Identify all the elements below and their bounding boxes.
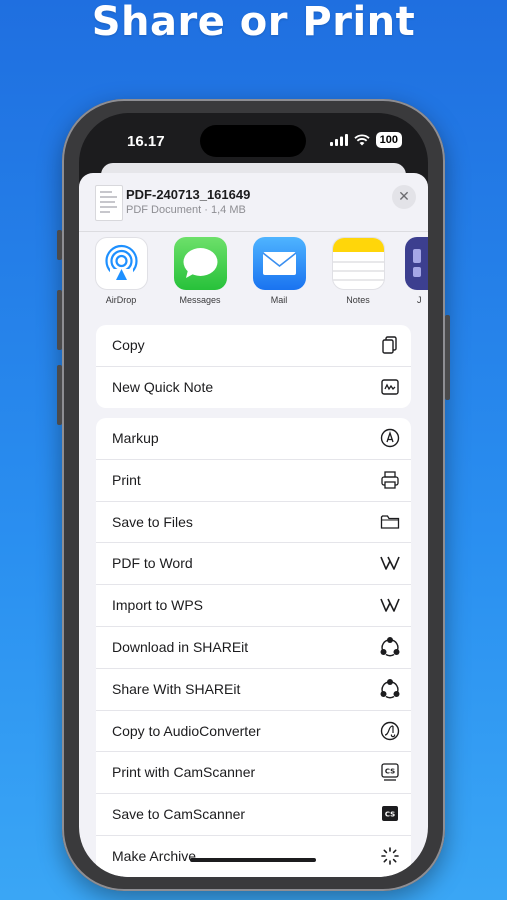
app-label: J — [417, 295, 422, 305]
app-airdrop[interactable]: AirDrop — [89, 237, 153, 305]
app-row: AirDrop Messages Mail Notes J — [79, 231, 428, 325]
app-label: AirDrop — [105, 295, 137, 305]
action-button — [57, 230, 62, 260]
quick-note-icon — [381, 379, 399, 395]
app-label: Notes — [346, 295, 370, 305]
volume-up-button — [57, 290, 62, 350]
app-notes[interactable]: Notes — [326, 237, 390, 305]
action-label: Copy to AudioConverter — [112, 722, 261, 739]
status-icons: 100 — [329, 132, 402, 148]
document-title: PDF-240713_161649 — [126, 187, 251, 202]
action-label: Print — [112, 471, 141, 488]
copy-icon — [382, 336, 397, 354]
audio-converter-icon — [380, 721, 400, 740]
action-label: Share With SHAREit — [112, 680, 241, 697]
action-label: Markup — [112, 430, 159, 446]
shareit-icon — [380, 636, 400, 657]
svg-text:CS: CS — [385, 811, 395, 819]
volume-down-button — [57, 365, 62, 425]
action-make-archive[interactable]: Make Archive — [96, 836, 411, 877]
airdrop-icon — [94, 237, 148, 290]
mail-icon — [252, 237, 306, 290]
wifi-icon — [354, 134, 370, 146]
phone-screen: 16.17 100 PDF-240713_161649 PDF Document… — [79, 113, 428, 877]
action-download-in-shareit[interactable]: Download in SHAREit — [96, 627, 411, 669]
status-time: 16.17 — [127, 133, 165, 150]
action-label: Save to CamScanner — [112, 806, 246, 823]
messages-icon — [173, 237, 227, 290]
action-pdf-to-word[interactable]: PDF to Word — [96, 543, 411, 586]
close-button[interactable]: ✕ — [392, 185, 416, 209]
app-icon — [405, 237, 428, 290]
dynamic-island — [200, 125, 306, 157]
signal-icon — [329, 134, 348, 146]
action-print-with-camscanner[interactable]: Print with CamScanner CS — [96, 752, 411, 795]
share-sheet-header: PDF-240713_161649 PDF Document · 1,4 MB … — [79, 173, 428, 231]
action-print[interactable]: Print — [96, 460, 411, 502]
action-label: PDF to Word — [112, 555, 193, 572]
app-label: Mail — [270, 295, 288, 305]
home-indicator[interactable] — [190, 858, 316, 862]
action-save-to-camscanner[interactable]: Save to CamScanner CS — [96, 794, 411, 836]
shareit-icon — [380, 678, 400, 699]
camscanner-icon: CS — [382, 806, 398, 822]
archive-icon — [381, 847, 399, 865]
app-messages[interactable]: Messages — [168, 237, 232, 305]
headline: Share or Print — [91, 0, 416, 45]
action-share-with-shareit[interactable]: Share With SHAREit — [96, 669, 411, 711]
document-subtitle: PDF Document · 1,4 MB — [126, 204, 246, 216]
action-label: Print with CamScanner — [112, 764, 256, 781]
action-markup[interactable]: Markup — [96, 418, 411, 460]
close-icon: ✕ — [398, 189, 410, 205]
app-partial[interactable]: J — [405, 237, 428, 305]
action-group-primary: Copy New Quick Note — [96, 325, 411, 408]
camscanner-icon: CS — [381, 763, 399, 782]
action-label: Download in SHAREit — [112, 638, 249, 655]
app-label: Messages — [179, 295, 221, 305]
markup-icon — [380, 428, 400, 448]
share-sheet: PDF-240713_161649 PDF Document · 1,4 MB … — [79, 173, 428, 877]
action-group-secondary: Markup Print Save to Files PDF to Word I… — [96, 418, 411, 877]
action-label: Copy — [112, 337, 145, 353]
printer-icon — [381, 471, 399, 489]
wps-icon — [380, 557, 400, 571]
action-label: Import to WPS — [112, 597, 204, 614]
action-new-quick-note[interactable]: New Quick Note — [96, 367, 411, 408]
folder-icon — [380, 514, 400, 529]
action-save-to-files[interactable]: Save to Files — [96, 502, 411, 544]
battery-indicator: 100 — [375, 132, 402, 148]
app-mail[interactable]: Mail — [247, 237, 311, 305]
svg-text:CS: CS — [385, 768, 395, 776]
action-label: Save to Files — [112, 513, 193, 530]
wps-icon — [380, 598, 400, 612]
document-thumbnail — [95, 185, 123, 221]
action-import-to-wps[interactable]: Import to WPS — [96, 585, 411, 627]
power-button — [445, 315, 450, 400]
action-label: Make Archive — [112, 847, 197, 864]
action-copy-to-audioconverter[interactable]: Copy to AudioConverter — [96, 711, 411, 753]
action-copy[interactable]: Copy — [96, 325, 411, 367]
notes-icon — [331, 237, 385, 290]
action-label: New Quick Note — [112, 378, 214, 395]
